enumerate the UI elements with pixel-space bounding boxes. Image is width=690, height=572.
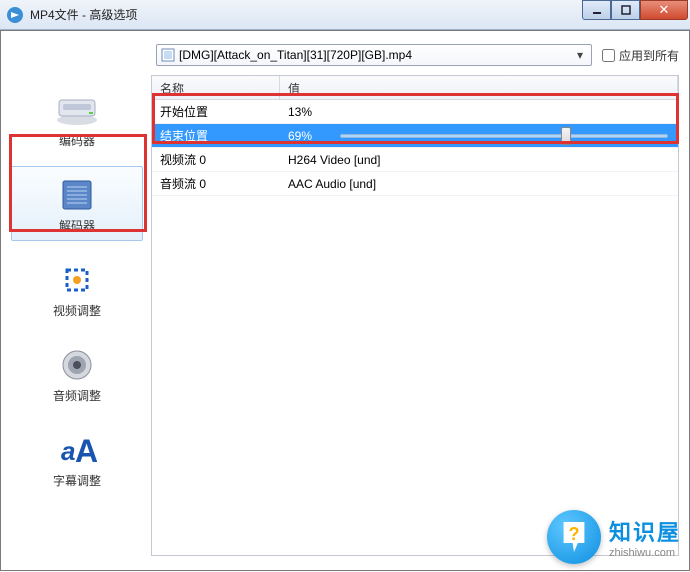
- table-row[interactable]: 音频流 0 AAC Audio [und]: [152, 172, 678, 196]
- app-icon: [6, 6, 24, 24]
- sidebar: 编码器 解码器 视频调整 音频调整: [11, 75, 143, 556]
- sidebar-item-label: 视频调整: [53, 302, 101, 319]
- titlebar: MP4文件 - 高级选项 ✕: [0, 0, 690, 30]
- table-row[interactable]: 开始位置 13%: [152, 100, 678, 124]
- row-name: 结束位置: [152, 127, 280, 144]
- chevron-down-icon: ▾: [573, 48, 587, 62]
- sidebar-item-label: 解码器: [59, 217, 95, 234]
- column-name-header[interactable]: 名称: [152, 76, 280, 99]
- audio-adjust-icon: [53, 347, 101, 383]
- watermark: ? 知识屋 zhishiwu.com: [547, 510, 681, 564]
- toolbar: [DMG][Attack_on_Titan][31][720P][GB].mp4…: [156, 39, 679, 71]
- apply-all-checkbox[interactable]: 应用到所有: [602, 47, 679, 64]
- watermark-bubble-icon: ?: [547, 510, 601, 564]
- sidebar-item-label: 音频调整: [53, 387, 101, 404]
- file-label: [DMG][Attack_on_Titan][31][720P][GB].mp4: [179, 48, 573, 62]
- sidebar-item-subtitle-adjust[interactable]: aA 字幕调整: [11, 421, 143, 496]
- sidebar-item-label: 编码器: [59, 132, 95, 149]
- row-value: H264 Video [und]: [280, 153, 678, 167]
- apply-all-label: 应用到所有: [619, 47, 679, 64]
- row-value: 13%: [280, 105, 678, 119]
- row-name: 音频流 0: [152, 175, 280, 192]
- minimize-button[interactable]: [582, 0, 611, 20]
- video-adjust-icon: [53, 262, 101, 298]
- maximize-button[interactable]: [611, 0, 640, 20]
- window-body: [DMG][Attack_on_Titan][31][720P][GB].mp4…: [0, 30, 690, 571]
- window-title: MP4文件 - 高级选项: [30, 6, 582, 23]
- row-name: 视频流 0: [152, 151, 280, 168]
- watermark-text: 知识屋 zhishiwu.com: [609, 515, 681, 559]
- watermark-cn: 知识屋: [609, 515, 681, 547]
- file-dropdown[interactable]: [DMG][Attack_on_Titan][31][720P][GB].mp4…: [156, 44, 592, 66]
- sidebar-item-decoder[interactable]: 解码器: [11, 166, 143, 241]
- column-value-header[interactable]: 值: [280, 76, 678, 99]
- decoder-icon: [53, 177, 101, 213]
- file-icon: [161, 48, 175, 62]
- encoder-icon: [53, 92, 101, 128]
- sidebar-item-label: 字幕调整: [53, 472, 101, 489]
- window-buttons: ✕: [582, 0, 688, 20]
- row-value-text: 69%: [288, 129, 312, 143]
- sidebar-item-audio-adjust[interactable]: 音频调整: [11, 336, 143, 411]
- table-row[interactable]: 结束位置 69%: [152, 124, 678, 148]
- subtitle-adjust-icon: aA: [53, 432, 101, 468]
- table-header: 名称 值: [152, 76, 678, 100]
- watermark-en: zhishiwu.com: [609, 547, 675, 559]
- slider-track[interactable]: [340, 134, 668, 138]
- row-value: 69%: [280, 129, 678, 143]
- sidebar-item-video-adjust[interactable]: 视频调整: [11, 251, 143, 326]
- row-name: 开始位置: [152, 103, 280, 120]
- row-value: AAC Audio [und]: [280, 177, 678, 191]
- apply-all-input[interactable]: [602, 49, 615, 62]
- svg-text:A: A: [75, 433, 97, 468]
- table-row[interactable]: 视频流 0 H264 Video [und]: [152, 148, 678, 172]
- close-button[interactable]: ✕: [640, 0, 688, 20]
- main: 编码器 解码器 视频调整 音频调整: [1, 75, 689, 566]
- property-table: 名称 值 开始位置 13% 结束位置 69% 视频流 0 H264 Video …: [151, 75, 679, 556]
- slider-thumb[interactable]: [561, 127, 571, 145]
- svg-text:a: a: [61, 436, 75, 466]
- sidebar-item-encoder[interactable]: 编码器: [11, 81, 143, 156]
